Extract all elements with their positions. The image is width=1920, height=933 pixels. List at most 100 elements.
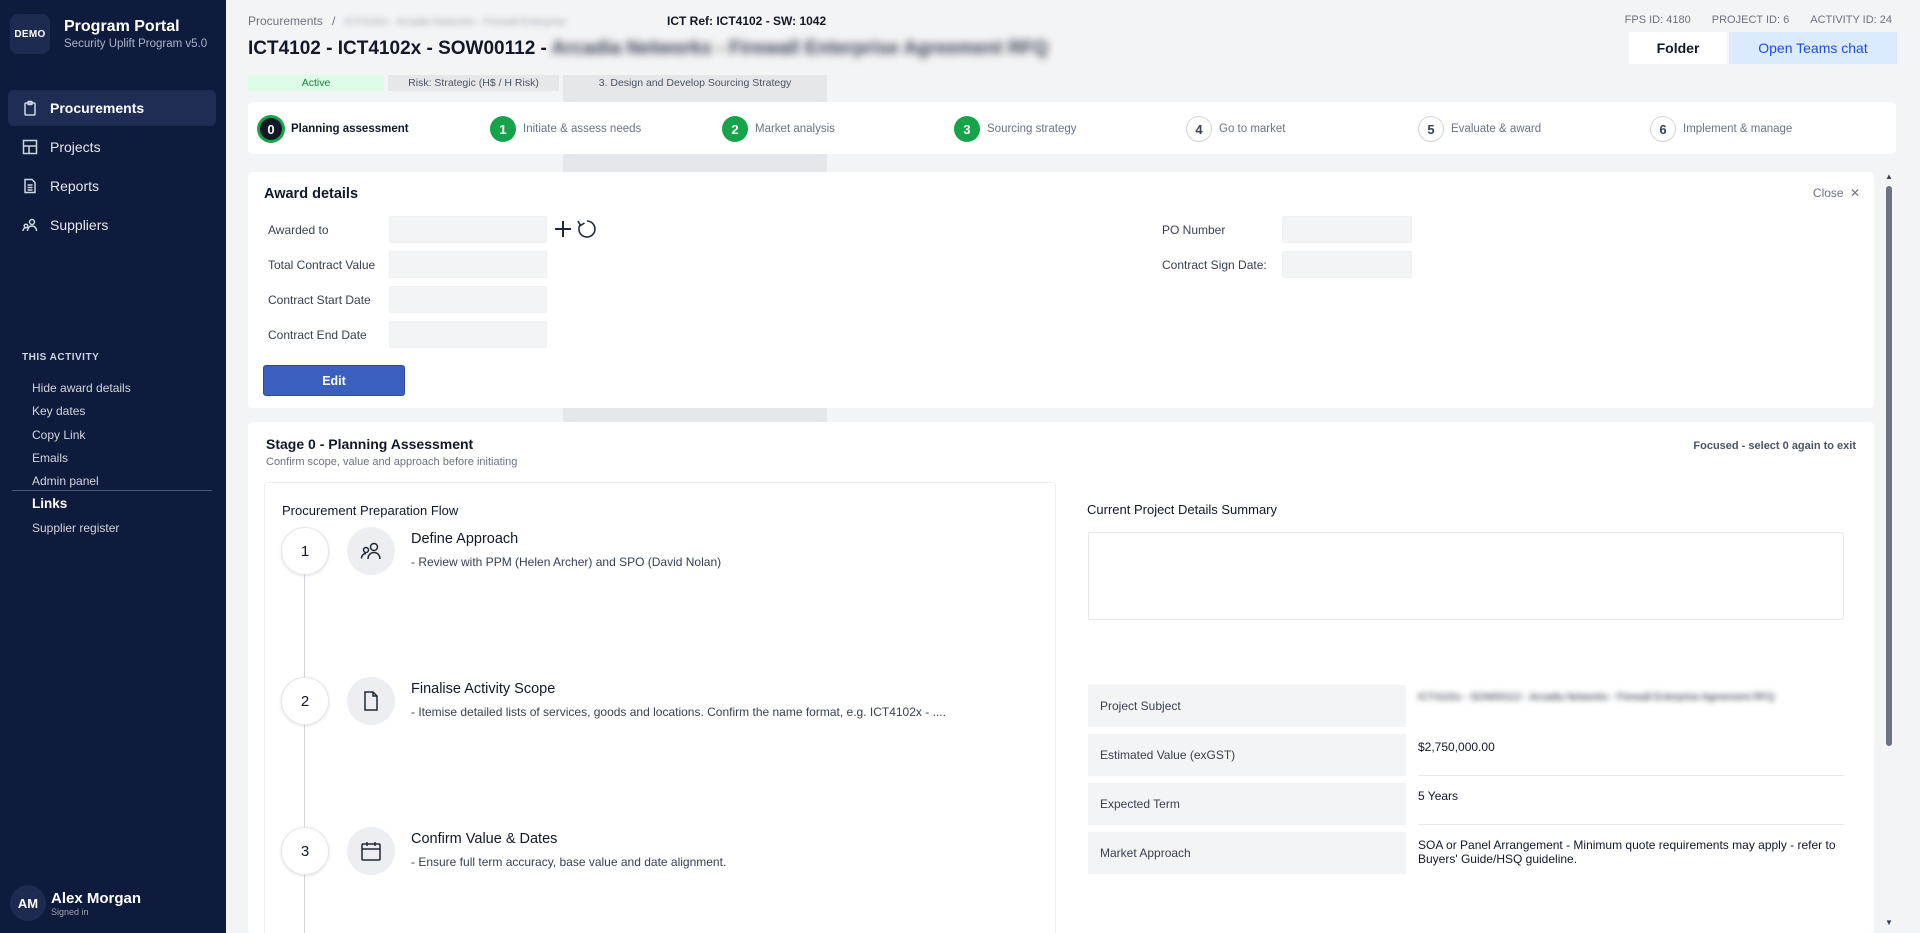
- edit-button[interactable]: Edit: [263, 365, 405, 396]
- stage-card: Stage 0 - Planning Assessment Confirm sc…: [248, 422, 1874, 933]
- breadcrumb-root[interactable]: Procurements: [248, 14, 323, 28]
- step-5[interactable]: 5 Evaluate & award: [1418, 116, 1541, 142]
- brand-logo: DEMO: [10, 14, 50, 54]
- page-title-hidden: Arcadia Networks - Firewall Enterprise A…: [551, 38, 1049, 59]
- summary-row-expected-term: Expected Term 5 Years: [1088, 783, 1844, 827]
- po-number-input[interactable]: [1282, 216, 1412, 243]
- po-number-label: PO Number: [1162, 223, 1226, 237]
- brand: DEMO Program Portal Security Uplift Prog…: [0, 0, 226, 68]
- refresh-icon[interactable]: [576, 218, 598, 240]
- close-award-details-button[interactable]: Close ✕: [1813, 186, 1860, 200]
- step-6[interactable]: 6 Implement & manage: [1650, 116, 1792, 142]
- risk-badge: Risk: Strategic (H$ / H Risk): [388, 75, 559, 91]
- grid-icon: [22, 139, 38, 155]
- contract-end-date-label: Contract End Date: [268, 328, 367, 342]
- project-id: PROJECT ID: 6: [1711, 14, 1790, 26]
- summary-value: SOA or Panel Arrangement - Minimum quote…: [1418, 838, 1836, 866]
- award-details-title: Award details: [264, 186, 359, 202]
- step-number: 4: [1186, 116, 1212, 142]
- contract-end-date-input[interactable]: [389, 321, 547, 348]
- nav-item-reports[interactable]: Reports: [8, 168, 216, 204]
- hide-award-details-link[interactable]: Hide award details: [32, 377, 131, 400]
- step-number: 1: [490, 116, 516, 142]
- contract-sign-date-input[interactable]: [1282, 251, 1412, 278]
- close-icon: ✕: [1849, 186, 1860, 200]
- ict-reference: ICT Ref: ICT4102 - SW: 1042: [667, 14, 827, 28]
- key-dates-link[interactable]: Key dates: [32, 400, 131, 423]
- links-title: Links: [32, 496, 68, 511]
- breadcrumb-separator: /: [332, 14, 336, 28]
- scrollbar[interactable]: ▲ ▼: [1884, 172, 1894, 927]
- id-list: FPS ID: 4180 PROJECT ID: 6 ACTIVITY ID: …: [1607, 14, 1892, 26]
- flow-title: Procurement Preparation Flow: [282, 503, 459, 518]
- status-badge: Active: [248, 75, 384, 91]
- sidebar: DEMO Program Portal Security Uplift Prog…: [0, 0, 226, 933]
- total-contract-value-input[interactable]: [389, 251, 547, 278]
- summary-key: Market Approach: [1088, 832, 1406, 874]
- summary-key: Estimated Value (exGST): [1088, 734, 1406, 776]
- summary-value: 5 Years: [1418, 783, 1844, 825]
- fps-id: FPS ID: 4180: [1624, 14, 1691, 26]
- awarded-to-input[interactable]: [389, 216, 547, 243]
- clipboard-icon: [24, 100, 36, 116]
- main-nav: Procurements Projects Reports Suppliers: [0, 90, 226, 243]
- step-label: Planning assessment: [291, 123, 409, 135]
- nav-item-suppliers[interactable]: Suppliers: [8, 207, 216, 243]
- avatar: AM: [10, 885, 46, 921]
- brand-title: Program Portal: [64, 18, 180, 35]
- folder-button[interactable]: Folder: [1629, 32, 1727, 64]
- flow-step-icon-wrap: [347, 677, 395, 725]
- flow-step-description: - Ensure full term accuracy, base value …: [411, 855, 727, 869]
- summary-row-project-subject: Project Subject ICT4102x - SOW00112 - Ar…: [1088, 685, 1844, 729]
- step-label: Evaluate & award: [1451, 123, 1542, 135]
- award-details-card: Award details Close ✕ Awarded to Total C…: [248, 172, 1874, 408]
- summary-row-estimated-value: Estimated Value (exGST) $2,750,000.00: [1088, 734, 1844, 778]
- step-number: 2: [722, 116, 748, 142]
- summary-key: Expected Term: [1088, 783, 1406, 825]
- emails-link[interactable]: Emails: [32, 447, 131, 470]
- flow-step-icon-wrap: [347, 827, 395, 875]
- close-label: Close: [1812, 186, 1844, 200]
- users-icon: [22, 218, 38, 232]
- calendar-icon: [361, 842, 381, 861]
- breadcrumb-current: ICT4102x - Arcadia Networks - Firewall E…: [344, 17, 567, 28]
- focused-hint: Focused - select 0 again to exit: [1693, 440, 1856, 452]
- step-label: Go to market: [1219, 123, 1286, 135]
- open-teams-chat-button[interactable]: Open Teams chat: [1729, 32, 1897, 64]
- step-2[interactable]: 2 Market analysis: [722, 116, 835, 142]
- flow-step-description: - Review with PPM (Helen Archer) and SPO…: [411, 555, 722, 569]
- user-profile[interactable]: AM Alex Morgan Signed in: [10, 885, 141, 921]
- step-label: Market analysis: [755, 123, 835, 135]
- nav-label: Projects: [50, 139, 101, 155]
- summary-key: Project Subject: [1088, 685, 1406, 727]
- scroll-up-icon[interactable]: ▲: [1885, 172, 1893, 181]
- step-3[interactable]: 3 Sourcing strategy: [954, 116, 1077, 142]
- flow-step-title: Confirm Value & Dates: [411, 831, 558, 847]
- contract-start-date-label: Contract Start Date: [268, 293, 371, 307]
- copy-link[interactable]: Copy Link: [32, 424, 131, 447]
- scroll-down-icon[interactable]: ▼: [1885, 918, 1893, 927]
- brand-subtitle: Security Uplift Program v5.0: [64, 38, 208, 50]
- this-activity-label: THIS ACTIVITY: [22, 352, 100, 363]
- step-1[interactable]: 1 Initiate & assess needs: [490, 116, 641, 142]
- step-0[interactable]: 0 Planning assessment: [258, 116, 409, 142]
- contract-start-date-input[interactable]: [389, 286, 547, 313]
- flow-step-icon-wrap: [347, 527, 395, 575]
- contract-sign-date-label: Contract Sign Date:: [1162, 258, 1267, 272]
- flow-step-number: 3: [281, 827, 329, 875]
- step-label: Initiate & assess needs: [523, 123, 642, 135]
- nav-label: Procurements: [50, 100, 145, 116]
- file-icon: [364, 691, 378, 711]
- supplier-register-link[interactable]: Supplier register: [32, 521, 119, 535]
- nav-item-procurements[interactable]: Procurements: [8, 90, 216, 126]
- add-icon[interactable]: [554, 218, 572, 240]
- step-4[interactable]: 4 Go to market: [1186, 116, 1285, 142]
- step-label: Sourcing strategy: [987, 123, 1077, 135]
- flow-step-number: 1: [281, 527, 329, 575]
- nav-item-projects[interactable]: Projects: [8, 129, 216, 165]
- scroll-thumb[interactable]: [1886, 186, 1892, 746]
- nav-label: Suppliers: [50, 217, 109, 233]
- breadcrumb: Procurements / ICT4102x - Arcadia Networ…: [248, 14, 566, 28]
- activity-id: ACTIVITY ID: 24: [1810, 14, 1892, 26]
- stage-title: Stage 0 - Planning Assessment: [266, 436, 474, 452]
